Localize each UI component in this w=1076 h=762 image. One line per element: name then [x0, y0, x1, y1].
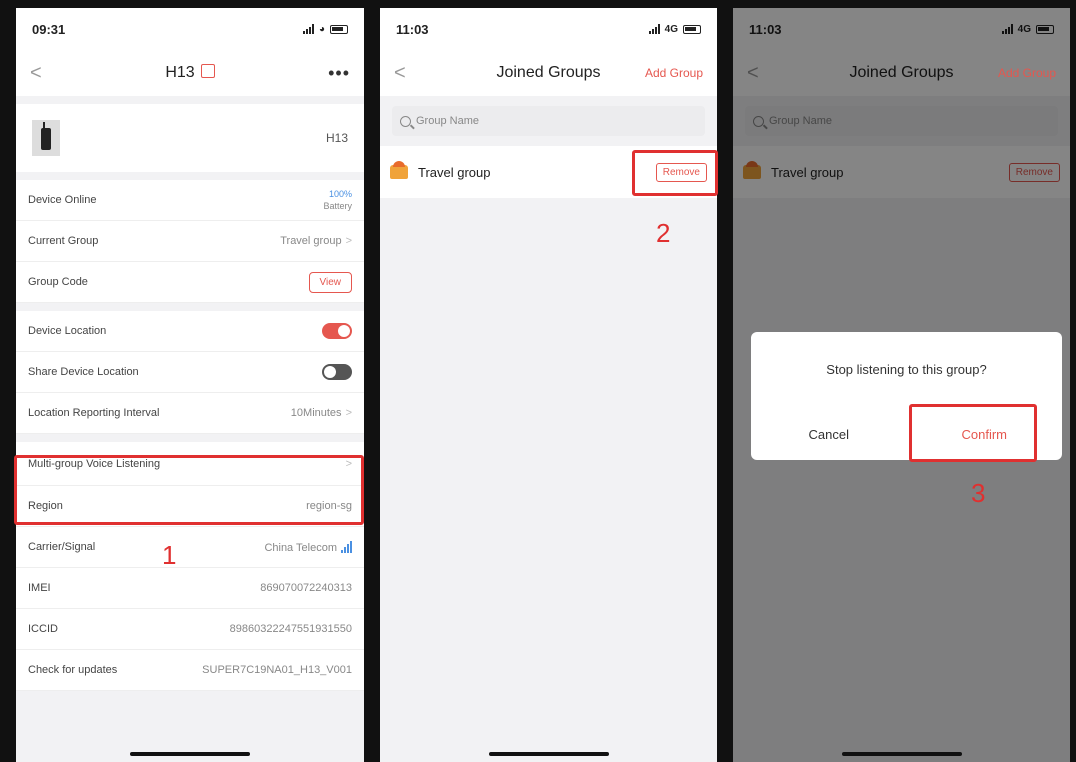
status-bar: 09:31 ◕	[16, 8, 364, 50]
edit-icon[interactable]	[200, 64, 215, 78]
more-options-icon[interactable]: •••	[328, 63, 350, 84]
imei-row: IMEI 869070072240313	[16, 568, 364, 609]
search-icon	[400, 115, 411, 127]
step2-label: 2	[656, 218, 671, 248]
status-time: 09:31	[32, 21, 66, 37]
confirm-dialog-panel: 11:03 4G < Joined Groups Add Group Group…	[725, 0, 1076, 762]
step2-highlight	[632, 150, 718, 196]
home-indicator	[841, 752, 962, 756]
group-code-row: Group Code View	[16, 262, 364, 303]
signal-icon	[302, 24, 314, 34]
reporting-interval-row[interactable]: Location Reporting Interval 10Minutes >	[16, 393, 364, 434]
step3-label: 3	[971, 478, 986, 508]
chevron-right-icon: >	[345, 235, 352, 247]
group-icon	[390, 161, 408, 179]
search-input[interactable]: Group Name	[392, 106, 705, 136]
cancel-button[interactable]: Cancel	[751, 427, 907, 442]
share-location-toggle[interactable]	[322, 364, 352, 380]
joined-groups-screen-dimmed: 11:03 4G < Joined Groups Add Group Group…	[733, 8, 1070, 762]
wifi-icon: ◕	[318, 23, 325, 35]
status-bar: 11:03 4G	[380, 8, 717, 50]
home-indicator	[488, 752, 609, 756]
step3-highlight	[909, 404, 1037, 462]
device-location-toggle[interactable]	[322, 323, 352, 339]
device-online-row: Device Online 100% Battery	[16, 180, 364, 221]
back-icon[interactable]: <	[30, 62, 70, 85]
nav-bar: < Joined Groups Add Group	[380, 50, 717, 96]
check-updates-row[interactable]: Check for updates SUPER7C19NA01_H13_V001	[16, 650, 364, 691]
battery-icon	[683, 24, 701, 34]
dialog-message: Stop listening to this group?	[826, 362, 987, 377]
status-icons: ◕	[302, 23, 348, 35]
joined-groups-panel: 11:03 4G < Joined Groups Add Group Group…	[372, 0, 725, 762]
step1-highlight	[14, 455, 364, 525]
device-header: H13	[16, 104, 364, 172]
status-time: 11:03	[396, 21, 429, 37]
add-group-button[interactable]: Add Group	[645, 66, 703, 80]
joined-groups-screen: 11:03 4G < Joined Groups Add Group Group…	[380, 8, 717, 762]
battery-icon	[330, 24, 348, 34]
view-button[interactable]: View	[308, 271, 352, 293]
network-type: 4G	[664, 23, 678, 35]
carrier-row: Carrier/Signal China Telecom	[16, 527, 364, 568]
home-indicator	[130, 752, 250, 756]
step1-label: 1	[162, 540, 177, 570]
chevron-right-icon: >	[345, 407, 352, 419]
battery-status: 100% Battery	[323, 189, 352, 211]
current-group-row[interactable]: Current Group Travel group >	[16, 221, 364, 262]
signal-icon	[648, 24, 660, 34]
device-settings-screen: 09:31 ◕ < H13 ••• H13 Device Online 100%…	[16, 8, 364, 762]
iccid-row: ICCID 89860322247551931550	[16, 609, 364, 650]
add-group-button[interactable]: Add Group	[998, 66, 1056, 80]
signal-strength-icon	[341, 540, 352, 553]
device-model: H13	[325, 131, 348, 145]
share-location-row: Share Device Location	[16, 352, 364, 393]
device-image	[32, 120, 60, 156]
device-location-row: Device Location	[16, 311, 364, 352]
device-settings-panel: 09:31 ◕ < H13 ••• H13 Device Online 100%…	[0, 0, 372, 762]
status-icons: 4G	[648, 23, 701, 35]
back-icon[interactable]: <	[394, 62, 434, 85]
nav-bar: < H13 •••	[16, 50, 364, 96]
